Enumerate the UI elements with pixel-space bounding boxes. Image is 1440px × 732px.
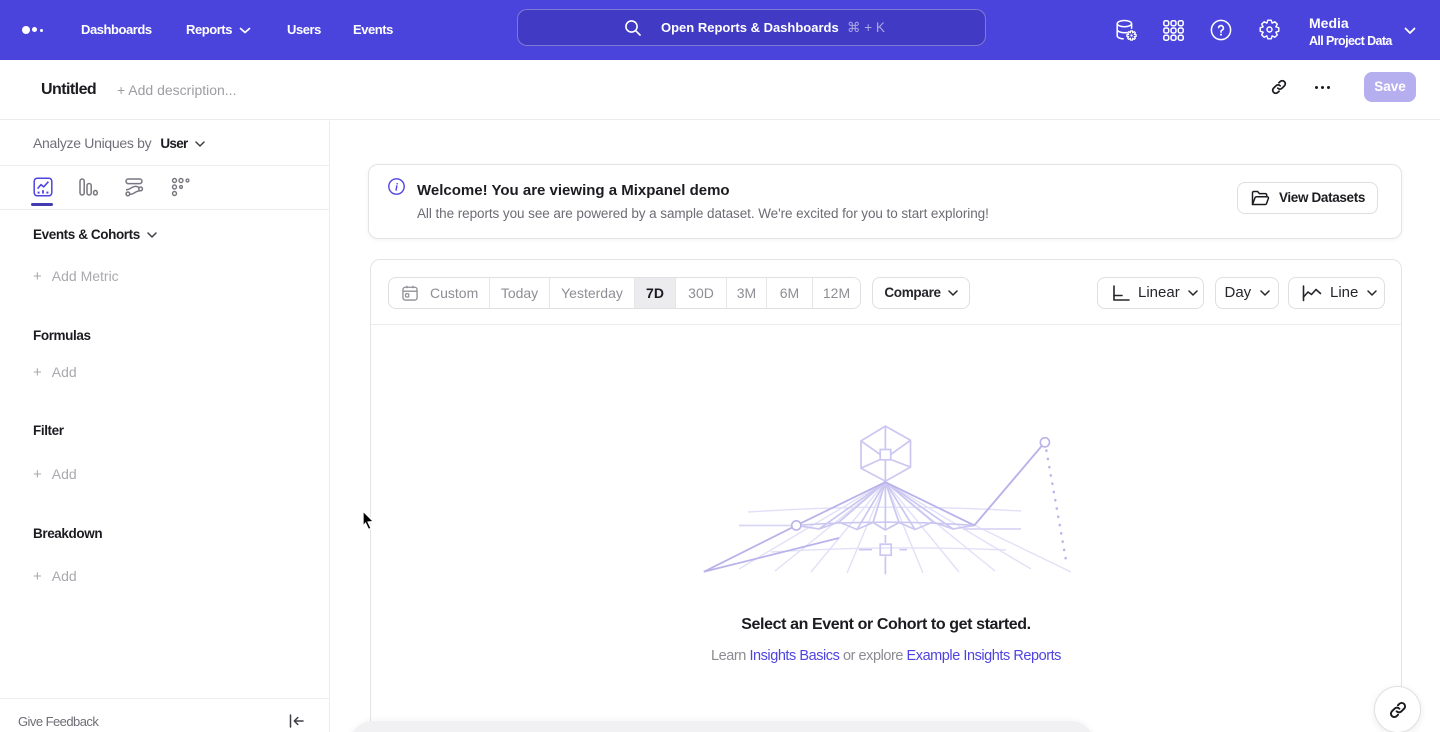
svg-text:i: i [395,181,399,193]
